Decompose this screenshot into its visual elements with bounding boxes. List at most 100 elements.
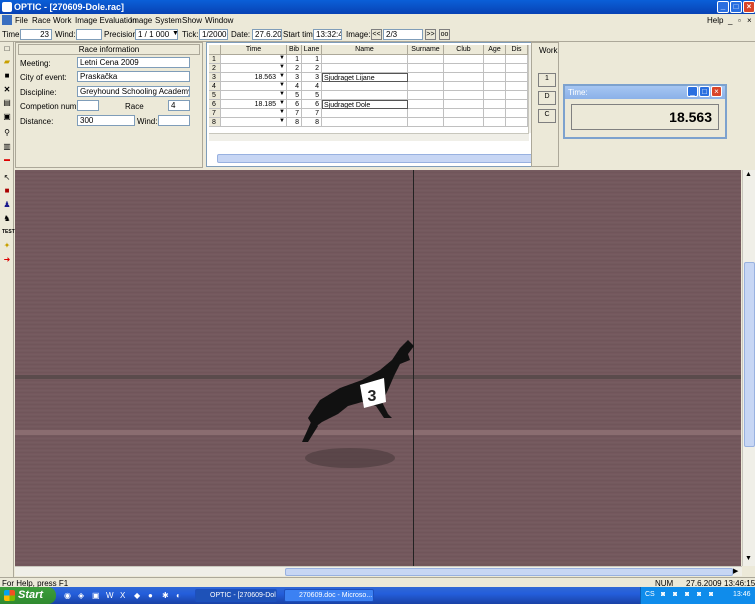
time-window-minimize-icon[interactable]: _ [687, 86, 698, 97]
cell-empty[interactable] [484, 82, 506, 91]
tray-icon-1[interactable]: ◙ [661, 591, 665, 598]
cell-empty[interactable] [444, 73, 484, 82]
quicklaunch-icon-2[interactable]: ◈ [78, 591, 84, 600]
cell-time[interactable] [221, 55, 287, 64]
cell-empty[interactable] [444, 82, 484, 91]
open-folder-icon[interactable]: ▰ [2, 57, 12, 66]
time-window-maximize-icon[interactable]: □ [699, 86, 710, 97]
menu-show[interactable]: Show [182, 16, 202, 25]
menu-system[interactable]: System [155, 16, 182, 25]
vertical-scroll-thumb[interactable] [744, 262, 755, 447]
cell-empty[interactable] [484, 64, 506, 73]
chevron-down-icon[interactable]: ▼ [172, 30, 179, 37]
cell-empty[interactable] [484, 100, 506, 109]
time-dropdown-icon[interactable]: ▼ [279, 91, 285, 97]
quicklaunch-word-icon[interactable]: W [106, 591, 114, 600]
time-dropdown-icon[interactable]: ▼ [279, 109, 285, 115]
cell-empty[interactable] [408, 64, 444, 73]
col-header-time[interactable]: Time [221, 45, 287, 55]
table-row[interactable]: 5 ▼ 5 5 [209, 91, 529, 100]
window-icon[interactable]: ▣ [2, 112, 12, 121]
image-horizontal-scrollbar[interactable]: ▶ [15, 566, 742, 576]
col-header-name[interactable]: Name [322, 45, 408, 55]
mdi-close-icon[interactable]: × [747, 16, 752, 25]
cell-bib[interactable]: 4 [287, 82, 302, 91]
time-dropdown-icon[interactable]: ▼ [279, 55, 285, 61]
start-time-field[interactable]: 13:32:48 [313, 29, 342, 40]
table-row[interactable]: 1 ▼ 1 1 [209, 55, 529, 64]
last-image-button[interactable]: oo [439, 29, 450, 40]
table-row[interactable]: 2 ▼ 2 2 [209, 64, 529, 73]
export-icon[interactable]: ➜ [2, 255, 12, 264]
cell-empty[interactable] [408, 55, 444, 64]
cell-empty[interactable] [506, 100, 528, 109]
cell-bib[interactable]: 5 [287, 91, 302, 100]
quicklaunch-ie-icon[interactable]: ◉ [64, 591, 71, 600]
cell-empty[interactable] [408, 91, 444, 100]
col-header-bib[interactable]: Bib [287, 45, 302, 55]
cell-lane[interactable]: 6 [302, 100, 322, 109]
zoom-icon[interactable]: ⚲ [2, 128, 12, 137]
cell-lane[interactable]: 8 [302, 118, 322, 127]
quicklaunch-icon-6[interactable]: ◆ [134, 591, 140, 600]
cell-empty[interactable] [444, 109, 484, 118]
cell-time[interactable]: 18.563 [221, 73, 287, 82]
date-field[interactable]: 27.6.200 [252, 29, 282, 40]
cell-name[interactable] [322, 82, 408, 91]
cell-empty[interactable] [484, 91, 506, 100]
pointer-icon[interactable]: ↖ [2, 173, 12, 182]
delete-icon[interactable]: ✕ [2, 85, 12, 94]
competition-field[interactable] [77, 100, 99, 111]
col-header-club[interactable]: Club [444, 45, 484, 55]
race-field[interactable]: 4 [168, 100, 190, 111]
language-indicator[interactable]: CS [645, 591, 655, 598]
cell-time[interactable] [221, 64, 287, 73]
menu-race[interactable]: Race [32, 16, 51, 25]
time-dropdown-icon[interactable]: ▼ [279, 118, 285, 124]
greyhound-icon[interactable]: ♞ [2, 214, 12, 223]
cell-lane[interactable]: 2 [302, 64, 322, 73]
next-image-button[interactable]: >> [425, 29, 436, 40]
taskbar-item-optic[interactable]: OPTIC - [270609-Dol... [195, 589, 277, 602]
cell-empty[interactable] [408, 109, 444, 118]
col-header-dis[interactable]: Dis [506, 45, 528, 55]
cell-empty[interactable] [408, 73, 444, 82]
cell-empty[interactable] [506, 73, 528, 82]
time-window-titlebar[interactable]: Time: _ □ × [565, 86, 725, 99]
mdi-minimize-icon[interactable]: _ [728, 16, 732, 25]
stop-icon[interactable]: ■ [2, 186, 12, 195]
image-vertical-scrollbar[interactable]: ▲ ▼ [742, 170, 755, 566]
menu-help[interactable]: Help [707, 16, 723, 25]
cell-bib[interactable]: 8 [287, 118, 302, 127]
city-field[interactable]: Praskačka [77, 71, 190, 82]
work-button-c[interactable]: C [538, 109, 556, 123]
grid-scrollbar-thumb[interactable] [217, 154, 547, 163]
cell-empty[interactable] [506, 82, 528, 91]
cell-empty[interactable] [484, 73, 506, 82]
cell-bib[interactable]: 2 [287, 64, 302, 73]
print-icon[interactable]: ▤ [2, 98, 12, 107]
cell-empty[interactable] [484, 109, 506, 118]
cell-name[interactable]: Sjudraget Dole [322, 100, 408, 109]
cell-time[interactable] [221, 109, 287, 118]
time-dropdown-icon[interactable]: ▼ [279, 100, 285, 106]
work-button-d[interactable]: D [538, 91, 556, 105]
cell-empty[interactable] [484, 118, 506, 127]
wind-field-race[interactable] [158, 115, 190, 126]
cell-empty[interactable] [506, 118, 528, 127]
menu-image-evaluation[interactable]: Image Evaluation [75, 16, 137, 25]
cell-empty[interactable] [408, 82, 444, 91]
cell-empty[interactable] [506, 64, 528, 73]
time-dropdown-icon[interactable]: ▼ [279, 64, 285, 70]
cell-name[interactable]: Sjudraget Lijane [322, 73, 408, 82]
minimize-icon[interactable]: _ [717, 1, 729, 13]
cell-time[interactable]: 18.185 [221, 100, 287, 109]
cell-empty[interactable] [444, 55, 484, 64]
cell-empty[interactable] [506, 55, 528, 64]
scroll-down-icon[interactable]: ▼ [745, 555, 752, 562]
cell-bib[interactable]: 3 [287, 73, 302, 82]
cell-empty[interactable] [444, 100, 484, 109]
quicklaunch-icon-7[interactable]: ● [148, 591, 153, 600]
scroll-right-icon[interactable]: ▶ [733, 567, 738, 575]
tray-icon-5[interactable]: ◙ [709, 591, 713, 598]
